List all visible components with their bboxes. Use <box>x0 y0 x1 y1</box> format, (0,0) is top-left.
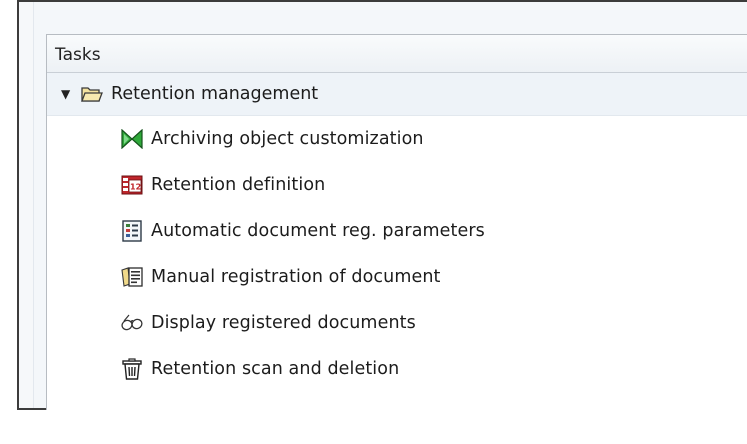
document-register-icon <box>119 264 145 290</box>
task-retention-scan-and-deletion[interactable]: Retention scan and deletion <box>47 346 747 392</box>
task-label: Manual registration of document <box>151 267 441 287</box>
folder-open-icon <box>81 85 103 103</box>
expand-triangle-icon[interactable]: ▼ <box>61 87 75 101</box>
task-display-registered-documents[interactable]: Display registered documents <box>47 300 747 346</box>
task-label: Retention scan and deletion <box>151 359 400 379</box>
panel-title: Tasks <box>47 35 747 73</box>
glasses-icon <box>119 310 145 336</box>
tree-node-retention-management[interactable]: ▼ Retention management <box>47 73 747 116</box>
task-archiving-object-customization[interactable]: Archiving object customization <box>47 116 747 162</box>
task-manual-registration-of-document[interactable]: Manual registration of document <box>47 254 747 300</box>
bowtie-icon <box>119 126 145 152</box>
task-automatic-document-reg-parameters[interactable]: Automatic document reg. parameters <box>47 208 747 254</box>
task-list: Archiving object customization 12 Retent… <box>47 116 747 392</box>
tasks-panel: Tasks ▼ Retention management Archiving o… <box>46 34 747 410</box>
trash-icon <box>119 356 145 382</box>
svg-text:12: 12 <box>130 183 141 192</box>
checklist-icon <box>119 218 145 244</box>
task-label: Automatic document reg. parameters <box>151 221 485 241</box>
task-label: Display registered documents <box>151 313 416 333</box>
task-label: Retention definition <box>151 175 326 195</box>
tree-node-label: Retention management <box>111 84 319 104</box>
task-retention-definition[interactable]: 12 Retention definition <box>47 162 747 208</box>
calendar-icon: 12 <box>119 172 145 198</box>
task-label: Archiving object customization <box>151 129 424 149</box>
